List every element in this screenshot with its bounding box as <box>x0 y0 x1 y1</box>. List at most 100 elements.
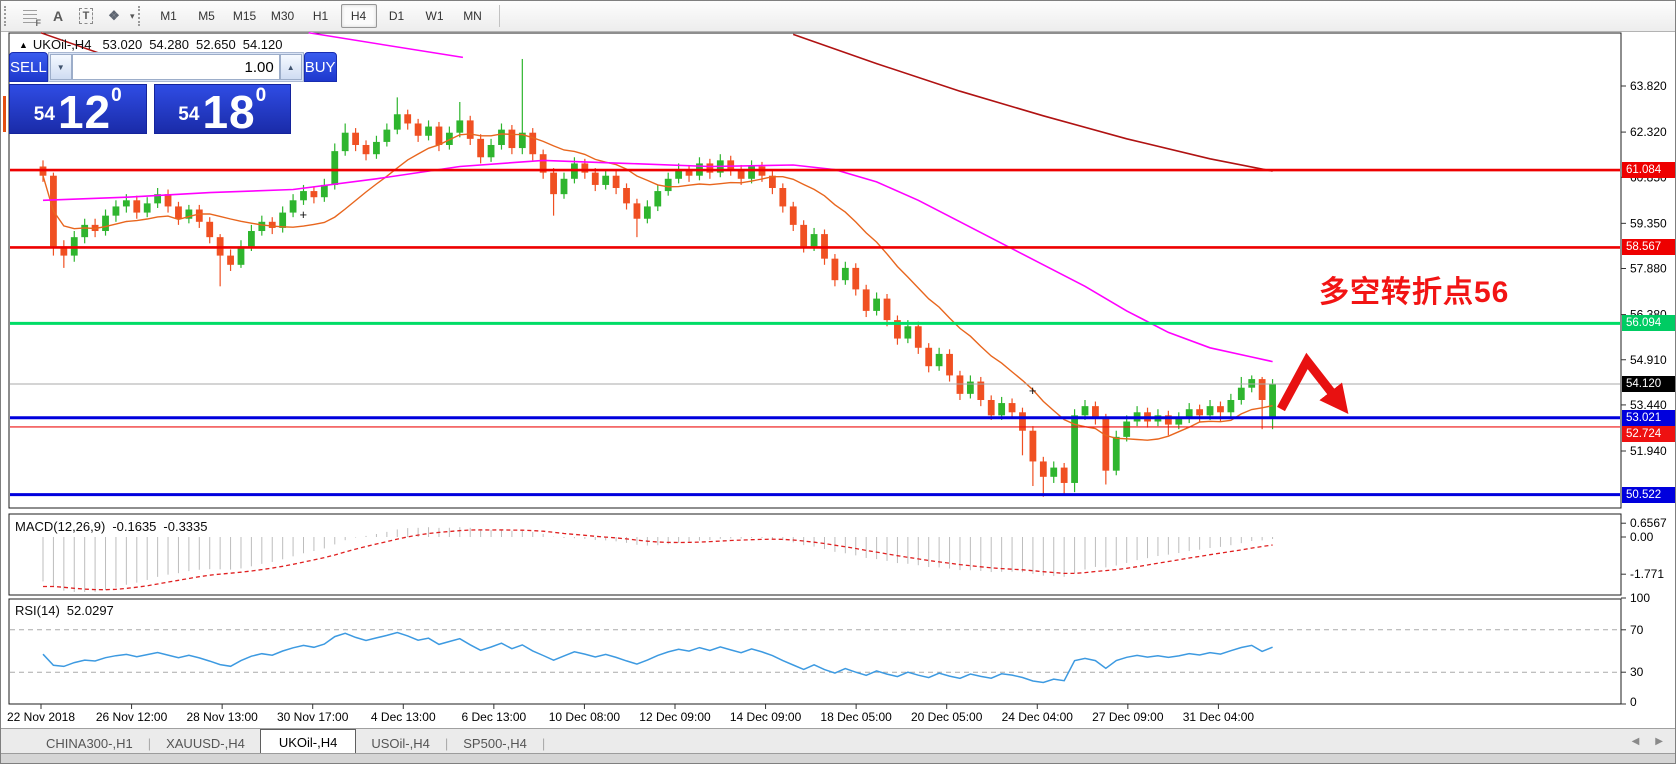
svg-text:0.6567: 0.6567 <box>1630 516 1667 530</box>
volume-input[interactable] <box>71 54 280 80</box>
buy-price-big: 18 <box>202 86 256 138</box>
one-click-trade-panel: SELL ▼ ▲ BUY 54 12 0 54 18 0 <box>9 52 337 138</box>
tab-scroll-arrows: ◀ ▶ <box>1632 736 1663 747</box>
timeframe-m15-button[interactable]: M15 <box>227 4 263 28</box>
svg-text:10 Dec 08:00: 10 Dec 08:00 <box>549 710 621 724</box>
tab-scroll-right-icon[interactable]: ▶ <box>1655 736 1663 747</box>
timeframe-d1-button[interactable]: D1 <box>379 4 415 28</box>
rsi-panel <box>8 598 1622 705</box>
sell-price-sup: 0 <box>111 85 122 106</box>
svg-text:0.00: 0.00 <box>1630 530 1654 544</box>
chart-tab-china300h1[interactable]: CHINA300-,H1 <box>31 731 148 756</box>
rsi-name: RSI(14) <box>15 603 60 618</box>
cross-marker[interactable]: + <box>1029 383 1037 398</box>
trading-terminal-window: F A T ❖ ▾ M1 M5 M15 M30 H1 H4 D1 W1 MN 63.820 62.320… <box>0 0 1676 764</box>
toolbar: F A T ❖ ▾ M1 M5 M15 M30 H1 H4 D1 W1 MN <box>1 1 1675 32</box>
svg-text:62.320: 62.320 <box>1630 125 1667 139</box>
price-chip-53.021: 53.021 <box>1622 410 1675 426</box>
dropdown-caret-icon[interactable]: ▾ <box>130 11 135 22</box>
volume-stepper: ▼ ▲ <box>47 52 304 82</box>
buy-button[interactable]: BUY <box>303 52 337 82</box>
volume-decrease-button[interactable]: ▼ <box>49 54 72 80</box>
svg-text:30 Nov 17:00: 30 Nov 17:00 <box>277 710 349 724</box>
price-chip-52.724: 52.724 <box>1622 426 1675 442</box>
macd-signal-value: -0.3335 <box>163 519 208 534</box>
time-axis[interactable]: 22 Nov 2018 26 Nov 12:00 28 Nov 13:00 30 No… <box>7 704 1254 724</box>
timeframe-h1-button[interactable]: H1 <box>303 4 339 28</box>
timeframe-mn-button[interactable]: MN <box>455 4 491 28</box>
svg-text:51.940: 51.940 <box>1630 444 1667 458</box>
text-box-tool-icon[interactable]: T <box>74 4 98 28</box>
sell-button[interactable]: SELL <box>9 52 48 82</box>
svg-text:12 Dec 09:00: 12 Dec 09:00 <box>639 710 711 724</box>
macd-main-value: -0.1635 <box>112 519 157 534</box>
volume-increase-button[interactable]: ▲ <box>279 54 302 80</box>
svg-text:6 Dec 13:00: 6 Dec 13:00 <box>461 710 526 724</box>
rsi-value: 52.0297 <box>66 603 114 618</box>
svg-text:14 Dec 09:00: 14 Dec 09:00 <box>730 710 802 724</box>
buy-price-button[interactable]: 54 18 0 <box>153 84 291 138</box>
status-bar <box>1 753 1675 763</box>
chart-tab-ukoilh4[interactable]: UKOil-,H4 <box>259 728 357 756</box>
chart-tab-sp500h4[interactable]: SP500-,H4 <box>448 731 542 756</box>
svg-text:28 Nov 13:00: 28 Nov 13:00 <box>186 710 258 724</box>
chart-ohlc-header: ▲ UKOil-,H4 53.020 54.280 52.650 54.120 <box>19 37 283 52</box>
svg-text:20 Dec 05:00: 20 Dec 05:00 <box>911 710 983 724</box>
fibonacci-retracement-tool-icon[interactable]: F <box>18 4 42 28</box>
svg-text:57.880: 57.880 <box>1630 262 1667 276</box>
price-chip-54.120: 54.120 <box>1622 376 1675 392</box>
buy-price-prefix: 54 <box>178 104 200 125</box>
timeframe-h4-button[interactable]: H4 <box>340 4 377 28</box>
timeframe-m1-button[interactable]: M1 <box>151 4 187 28</box>
shapes-tool-icon[interactable]: ❖ <box>102 4 126 28</box>
macd-name: MACD(12,26,9) <box>15 519 106 534</box>
svg-text:30: 30 <box>1630 665 1644 679</box>
chart-tab-xauusdh4[interactable]: XAUUSD-,H4 <box>151 731 260 756</box>
ohlc-low: 52.650 <box>195 37 236 52</box>
price-chip-58.567: 58.567 <box>1622 239 1675 255</box>
cross-marker[interactable]: + <box>300 207 308 222</box>
timeframe-m5-button[interactable]: M5 <box>189 4 225 28</box>
macd-label: MACD(12,26,9) -0.1635 -0.3335 <box>15 519 208 534</box>
ohlc-high: 54.280 <box>149 37 189 52</box>
chart-tab-usoilh4[interactable]: USOil-,H4 <box>356 731 445 756</box>
timeframe-m30-button[interactable]: M30 <box>265 4 301 28</box>
sell-price-big: 12 <box>57 86 112 138</box>
svg-text:4 Dec 13:00: 4 Dec 13:00 <box>371 710 436 724</box>
svg-text:59.350: 59.350 <box>1630 216 1667 230</box>
sell-price-prefix: 54 <box>33 104 55 125</box>
buy-price-sup: 0 <box>255 85 267 106</box>
svg-text:63.820: 63.820 <box>1630 79 1667 93</box>
toolbar-drag-handle-2[interactable] <box>137 6 144 26</box>
svg-text:26 Nov 12:00: 26 Nov 12:00 <box>96 710 168 724</box>
price-chip-50.522: 50.522 <box>1622 487 1675 503</box>
drawing-tools-group: F A T ❖ <box>16 4 128 28</box>
chart-annotation-text[interactable]: 多空转折点56 <box>1319 267 1509 311</box>
svg-text:70: 70 <box>1630 623 1644 637</box>
ohlc-close: 54.120 <box>242 37 283 52</box>
svg-text:-1.771: -1.771 <box>1630 567 1664 581</box>
svg-text:0: 0 <box>1630 695 1637 709</box>
svg-text:100: 100 <box>1630 591 1650 605</box>
tab-separator: | <box>541 735 546 751</box>
timeframe-w1-button[interactable]: W1 <box>417 4 453 28</box>
sell-price-button[interactable]: 54 12 0 <box>9 84 147 138</box>
macd-panel <box>8 513 1622 596</box>
price-chip-61.084: 61.084 <box>1622 162 1675 178</box>
timeframe-group: M1 M5 M15 M30 H1 H4 D1 W1 MN <box>150 4 492 28</box>
tab-scroll-left-icon[interactable]: ◀ <box>1632 736 1640 747</box>
svg-text:27 Dec 09:00: 27 Dec 09:00 <box>1092 710 1164 724</box>
chart-symbol: UKOil-,H4 <box>32 37 92 52</box>
svg-text:54.910: 54.910 <box>1630 353 1667 367</box>
rsi-label: RSI(14) 52.0297 <box>15 603 114 618</box>
toolbar-separator <box>498 5 500 27</box>
svg-text:31 Dec 04:00: 31 Dec 04:00 <box>1183 710 1255 724</box>
toolbar-drag-handle[interactable] <box>4 6 10 26</box>
symbol-accent-bar <box>3 96 6 132</box>
svg-text:18 Dec 05:00: 18 Dec 05:00 <box>820 710 892 724</box>
price-chip-56.094: 56.094 <box>1622 315 1675 331</box>
svg-text:24 Dec 04:00: 24 Dec 04:00 <box>1002 710 1074 724</box>
symbol-marker-icon[interactable]: ▲ <box>19 40 28 50</box>
ohlc-open: 53.020 <box>102 37 143 52</box>
text-label-tool-icon[interactable]: A <box>46 4 70 28</box>
